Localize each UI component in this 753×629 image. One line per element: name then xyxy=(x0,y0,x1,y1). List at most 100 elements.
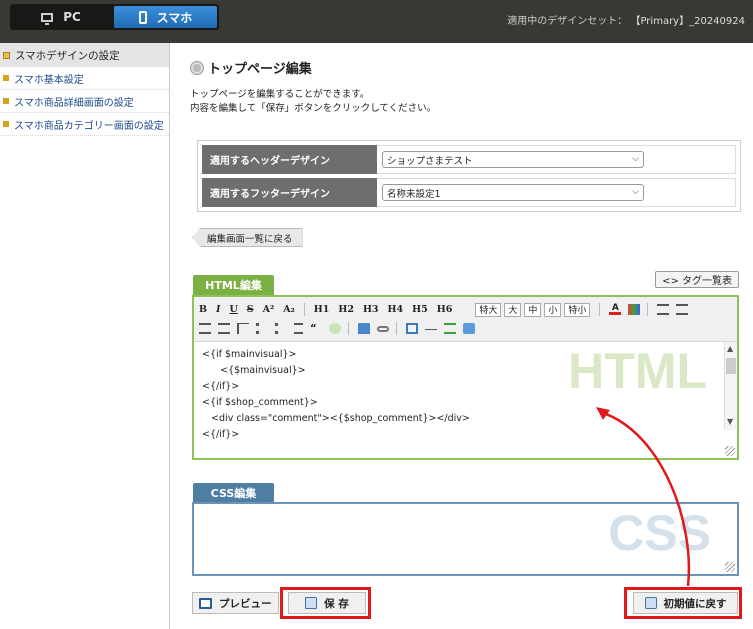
sidebar-item-label: スマホ商品カテゴリー画面の設定 xyxy=(14,120,164,132)
sidebar-item-basic[interactable]: スマホ基本設定 xyxy=(0,67,169,90)
paragraph-icon[interactable] xyxy=(237,323,249,334)
sidebar-item-product-detail[interactable]: スマホ商品詳細画面の設定 xyxy=(0,90,169,113)
html-watermark: HTML xyxy=(568,343,707,399)
h5-button[interactable]: H5 xyxy=(412,304,428,315)
css-editor[interactable]: CSS xyxy=(192,502,739,576)
justify-icon[interactable] xyxy=(218,323,230,334)
smartphone-icon xyxy=(138,10,147,24)
horizontal-rule-icon[interactable] xyxy=(425,328,437,330)
page-description: トップページを編集することができます。 内容を編集して「保存」ボタンをクリックし… xyxy=(190,88,436,116)
footer-design-row: 適用するフッターデザイン 名称未設定1 ⌵ xyxy=(202,178,736,207)
footer-design-select[interactable]: 名称未設定1 ⌵ xyxy=(382,184,644,201)
tab-smartphone-label: スマホ xyxy=(156,10,193,25)
bullet-icon xyxy=(3,121,9,127)
table-icon[interactable] xyxy=(406,323,418,334)
bg-color-icon[interactable] xyxy=(628,304,641,315)
html-code-area[interactable]: HTML <{if $mainvisual}> <{$mainvisual}> <… xyxy=(194,342,737,458)
reset-highlight-box xyxy=(624,587,742,619)
align-left-icon[interactable] xyxy=(657,304,670,315)
design-set-indicator: 適用中のデザインセット： 【Primary】_20240924 xyxy=(507,12,745,27)
editor-scrollbar[interactable]: ▲ ▼ xyxy=(724,342,737,430)
font-color-icon[interactable]: A xyxy=(609,304,622,315)
size-xsmall-button[interactable]: 特小 xyxy=(564,302,591,317)
tag-list-button[interactable]: <> タグ一覧表 xyxy=(655,271,739,288)
footer-design-cell: 名称未設定1 ⌵ xyxy=(377,178,736,207)
code-line: <{/if}> xyxy=(202,381,240,392)
link-icon[interactable] xyxy=(377,325,389,332)
quote-icon[interactable]: “ xyxy=(310,323,322,334)
resize-handle-icon[interactable] xyxy=(725,446,735,456)
divider xyxy=(599,303,601,316)
divider xyxy=(303,303,305,316)
divider xyxy=(647,303,649,316)
sidebar-heading: スマホデザインの設定 xyxy=(0,43,169,67)
resize-handle-icon[interactable] xyxy=(725,562,735,572)
header-design-select[interactable]: ショップさまテスト ⌵ xyxy=(382,151,644,168)
page-title: トップページ編集 xyxy=(191,58,312,77)
tab-pc[interactable]: PC xyxy=(12,6,110,28)
design-set-value: 【Primary】_20240924 xyxy=(630,16,745,27)
back-to-list-button[interactable]: 編集画面一覧に戻る xyxy=(192,228,303,247)
description-line: トップページを編集することができます。 xyxy=(190,89,370,100)
sidebar: スマホデザインの設定 スマホ基本設定 スマホ商品詳細画面の設定 スマホ商品カテゴ… xyxy=(0,43,170,629)
sidebar-item-product-category[interactable]: スマホ商品カテゴリー画面の設定 xyxy=(0,113,169,136)
scroll-up-icon[interactable]: ▲ xyxy=(727,344,733,353)
numbered-list-icon[interactable] xyxy=(275,323,287,334)
subscript-button[interactable]: A₂ xyxy=(283,304,295,315)
h4-button[interactable]: H4 xyxy=(388,304,404,315)
h1-button[interactable]: H1 xyxy=(314,304,330,315)
align-center-icon[interactable] xyxy=(676,304,689,315)
preview-button[interactable]: プレビュー xyxy=(192,592,279,614)
monitor-icon xyxy=(199,597,212,609)
top-bar: PC スマホ 適用中のデザインセット： 【Primary】_20240924 xyxy=(0,0,753,43)
h2-button[interactable]: H2 xyxy=(338,304,354,315)
h3-button[interactable]: H3 xyxy=(363,304,379,315)
scroll-thumb[interactable] xyxy=(726,358,736,374)
strike-button[interactable]: S xyxy=(247,304,254,315)
save-highlight-box xyxy=(280,587,371,619)
scroll-down-icon[interactable]: ▼ xyxy=(727,417,733,426)
monitor-icon xyxy=(41,12,54,25)
html-code: <{if $mainvisual}> <{$mainvisual}> <{/if}… xyxy=(202,347,470,443)
italic-button[interactable]: I xyxy=(216,304,220,315)
header-design-row: 適用するヘッダーデザイン ショップさまテスト ⌵ xyxy=(202,145,736,174)
underline-button[interactable]: U xyxy=(229,304,237,315)
toolbar-row-1: B I U S A² A₂ H1 H2 H3 H4 H5 H6 特大 大 中 小… xyxy=(199,300,732,319)
title-bullet-icon xyxy=(191,61,203,74)
insert-image-icon[interactable] xyxy=(329,323,341,334)
page-title-text: トップページ編集 xyxy=(208,62,312,77)
tab-css-edit[interactable]: CSS編集 xyxy=(193,483,274,503)
chevron-down-icon: ⌵ xyxy=(632,187,639,197)
toolbar-row-2: “ xyxy=(199,319,732,338)
tab-pc-label: PC xyxy=(63,10,81,24)
indent-icon[interactable] xyxy=(294,323,303,334)
code-line: <div class="comment"><{$shop_comment}></… xyxy=(202,413,470,424)
header-design-value: ショップさまテスト xyxy=(387,155,473,167)
tab-html-edit[interactable]: HTML編集 xyxy=(193,275,274,295)
design-settings-table: 適用するヘッダーデザイン ショップさまテスト ⌵ 適用するフッターデザイン 名称… xyxy=(197,140,741,212)
bullet-icon xyxy=(3,51,10,59)
align-right-icon[interactable] xyxy=(199,323,211,334)
size-small-button[interactable]: 小 xyxy=(544,302,562,317)
chevron-down-icon: ⌵ xyxy=(632,154,639,164)
size-xlarge-button[interactable]: 特大 xyxy=(475,302,502,317)
size-medium-button[interactable]: 中 xyxy=(524,302,542,317)
bold-button[interactable]: B xyxy=(199,304,207,315)
code-line: <{/if}> xyxy=(202,429,240,440)
description-line: 内容を編集して「保存」ボタンをクリックしてください。 xyxy=(190,103,437,114)
h6-button[interactable]: H6 xyxy=(437,304,453,315)
tab-smartphone[interactable]: スマホ xyxy=(114,6,217,28)
footer-design-value: 名称未設定1 xyxy=(387,188,441,200)
superscript-button[interactable]: A² xyxy=(263,304,275,315)
bullet-list-icon[interactable] xyxy=(256,323,268,334)
code-line: <{$mainvisual}> xyxy=(202,365,306,376)
insert-media-icon[interactable] xyxy=(358,323,370,334)
css-watermark: CSS xyxy=(608,505,711,561)
source-icon[interactable] xyxy=(463,323,475,334)
page-break-icon[interactable] xyxy=(444,323,456,334)
size-large-button[interactable]: 大 xyxy=(504,302,522,317)
sidebar-heading-label: スマホデザインの設定 xyxy=(15,49,120,62)
html-editor: B I U S A² A₂ H1 H2 H3 H4 H5 H6 特大 大 中 小… xyxy=(192,295,739,460)
divider xyxy=(348,322,349,335)
bullet-icon xyxy=(3,98,9,104)
